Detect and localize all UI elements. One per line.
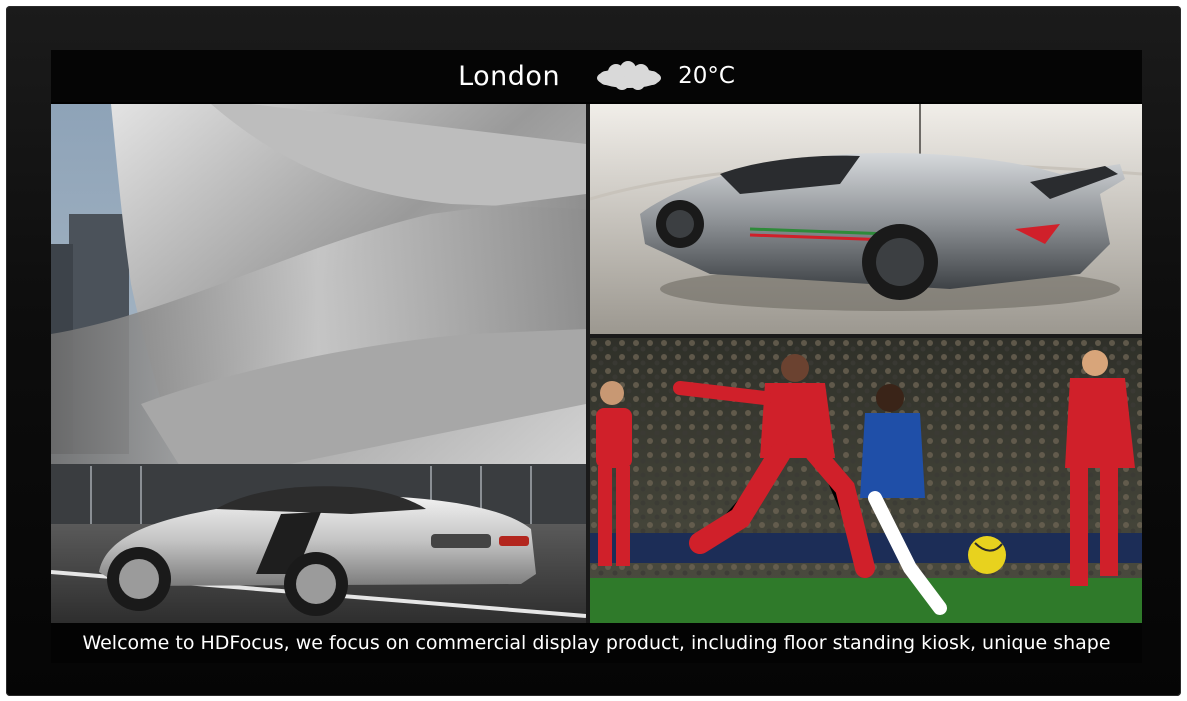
weather-widget: 20°C (594, 61, 735, 91)
news-ticker: Welcome to HDFocus, we focus on commerci… (51, 623, 1142, 663)
ticker-text: Welcome to HDFocus, we focus on commerci… (82, 632, 1111, 654)
supercar-image (590, 104, 1142, 334)
football-match-image (590, 338, 1142, 623)
media-panel-bottom-right (590, 338, 1142, 623)
cloud-icon (594, 61, 664, 91)
signage-screen: London 20°C Welcome to HDFocus, we focus… (51, 50, 1142, 663)
header-bar: London 20°C (51, 50, 1142, 102)
city-label: London (458, 60, 561, 92)
media-panel-left (51, 104, 586, 623)
building-car-image (51, 104, 586, 623)
temperature-label: 20°C (678, 63, 735, 89)
media-panel-top-right (590, 104, 1142, 334)
